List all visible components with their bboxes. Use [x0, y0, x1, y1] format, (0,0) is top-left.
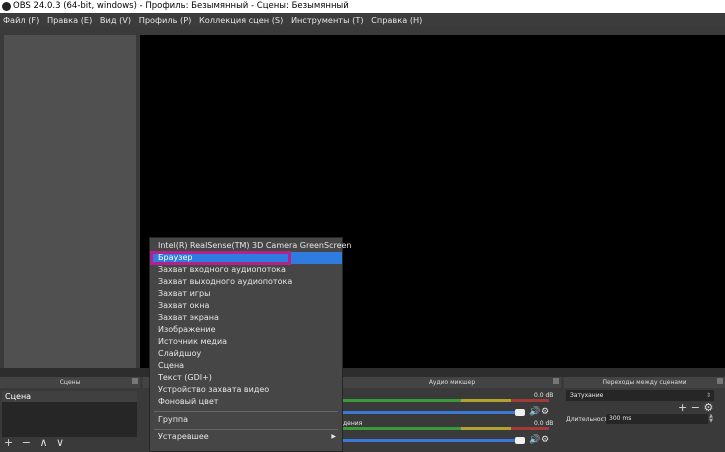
scenes-float-button[interactable] [132, 378, 138, 384]
obs-logo-icon [2, 2, 11, 11]
gear-icon[interactable]: ⚙ [541, 408, 549, 417]
menu-item-slideshow[interactable]: Слайдшоу [150, 348, 342, 360]
chevron-down-icon: ⇕ [705, 392, 711, 399]
meter-yellow [461, 427, 511, 430]
highlight-box [150, 251, 291, 265]
menu-item-display-capture[interactable]: Захват экрана [150, 312, 342, 324]
meter-red [511, 427, 549, 430]
volume-slider-thumb[interactable] [515, 409, 525, 416]
transition-select-value: Затухание [570, 392, 604, 399]
menu-item-text-gdi[interactable]: Текст (GDI+) [150, 372, 342, 384]
menu-item-audio-input[interactable]: Захват входного аудиопотока [150, 264, 342, 276]
menu-item-media-source[interactable]: Источник медиа [150, 336, 342, 348]
scenes-list[interactable]: Сцена [2, 391, 137, 437]
scenes-toolbar: + − ∧ ∨ [4, 437, 69, 448]
volume-slider-thumb[interactable] [515, 437, 525, 444]
menu-file[interactable]: Файл (F) [3, 13, 39, 27]
menu-item-audio-output[interactable]: Захват выходного аудиопотока [150, 276, 342, 288]
dock-separator [0, 368, 725, 377]
add-transition-icon[interactable]: + [678, 401, 687, 414]
menu-item-game-capture[interactable]: Захват игры [150, 288, 342, 300]
add-source-menu: Intel(R) RealSense(TM) 3D Camera GreenSc… [149, 237, 352, 452]
menu-item-deprecated[interactable]: Устаревшее ▶ [150, 431, 342, 443]
gear-icon[interactable]: ⚙ [541, 436, 549, 445]
duration-spinner[interactable]: ▲ ▼ [708, 414, 714, 424]
menu-item-scene[interactable]: Сцена [150, 360, 342, 372]
menu-item-deprecated-label: Устаревшее [158, 432, 209, 441]
mixer-db-readout: 0.0 dB [534, 392, 554, 399]
menu-tools[interactable]: Инструменты (T) [291, 13, 364, 27]
menu-divider [154, 429, 338, 430]
meter-green [343, 427, 461, 430]
window-title: OBS 24.0.3 (64-bit, windows) - Профиль: … [13, 1, 349, 11]
title-bar: OBS 24.0.3 (64-bit, windows) - Профиль: … [0, 0, 725, 13]
menu-profile[interactable]: Профиль (P) [139, 13, 192, 27]
meter-green [343, 399, 461, 402]
volume-slider[interactable] [343, 411, 519, 414]
audio-mixer-title: Аудио микшер [343, 377, 561, 388]
speaker-icon[interactable]: 🔊 [529, 408, 540, 417]
menu-divider [154, 411, 338, 412]
duration-input[interactable]: 300 ms [606, 414, 708, 424]
menu-item-color-source[interactable]: Фоновый цвет [150, 396, 342, 408]
remove-scene-icon[interactable]: − [22, 437, 31, 448]
menu-help[interactable]: Справка (H) [371, 13, 422, 27]
menu-item-image[interactable]: Изображение [150, 324, 342, 336]
menu-item-group[interactable]: Группа [150, 414, 342, 426]
mixer-db-readout: 0.0 dB [534, 420, 554, 427]
submenu-arrow-icon: ▶ [331, 433, 336, 440]
menu-scene-collection[interactable]: Коллекция сцен (S) [199, 13, 283, 27]
remove-transition-icon[interactable]: − [691, 401, 700, 414]
move-up-icon[interactable]: ∧ [39, 437, 47, 448]
scenes-dock: Сцены Сцена + − ∧ ∨ [0, 377, 140, 452]
scene-item[interactable]: Сцена [2, 391, 137, 402]
audio-mixer-dock: Аудио микшер 0.0 dB 🔊 ⚙ дения 0.0 dB 🔊 ⚙ [343, 377, 561, 452]
mixer-float-button[interactable] [553, 378, 559, 384]
menu-item-window-capture[interactable]: Захват окна [150, 300, 342, 312]
meter-yellow [461, 399, 511, 402]
menu-bar: Файл (F) Правка (E) Вид (V) Профиль (P) … [0, 13, 725, 27]
transitions-toolbar: + − ⚙ [678, 402, 713, 413]
add-scene-icon[interactable]: + [4, 437, 13, 448]
meter-red [511, 399, 549, 402]
menu-edit[interactable]: Правка (E) [47, 13, 92, 27]
duration-label: Длительность [566, 416, 611, 423]
move-down-icon[interactable]: ∨ [56, 437, 64, 448]
left-panel [4, 35, 136, 368]
mixer-track-label: дения [343, 420, 363, 427]
menu-item-video-capture[interactable]: Устройство захвата видео [150, 384, 342, 396]
volume-slider[interactable] [343, 439, 519, 442]
transition-select[interactable]: Затухание ⇕ [566, 390, 714, 401]
scenes-dock-title: Сцены [0, 377, 140, 388]
transitions-float-button[interactable] [717, 378, 723, 384]
speaker-icon[interactable]: 🔊 [529, 436, 540, 445]
menu-view[interactable]: Вид (V) [100, 13, 131, 27]
transitions-title: Переходы между сценами [564, 377, 725, 388]
